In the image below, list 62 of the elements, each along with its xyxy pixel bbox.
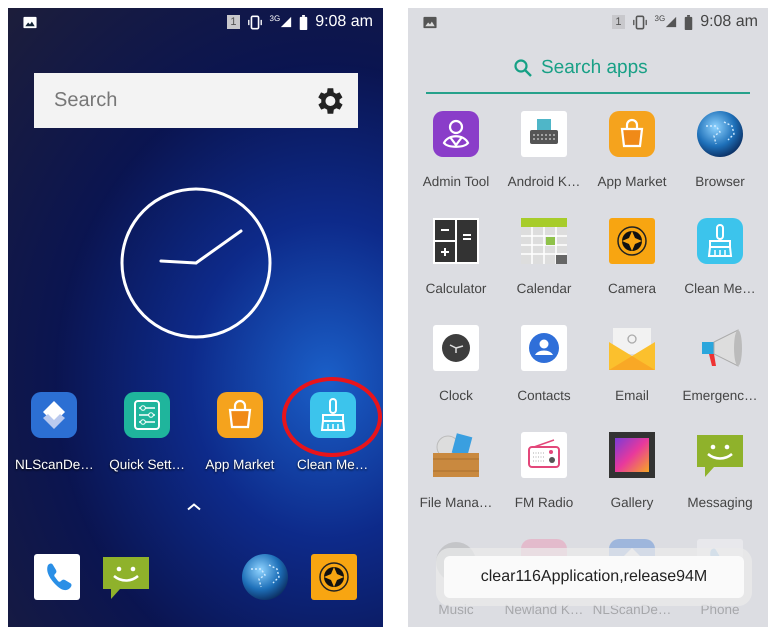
cleanup-toast: clear116Application,release94M [444, 556, 744, 598]
clock-time: 9:08 am [700, 13, 758, 31]
image-notification-icon [422, 14, 438, 30]
aperture-icon[interactable] [310, 553, 358, 601]
vibrate-icon [632, 14, 648, 30]
calendar-icon[interactable] [520, 217, 568, 265]
app-label: App Market [205, 457, 274, 472]
search-icon [513, 58, 533, 78]
search-field[interactable]: Search apps [539, 56, 663, 80]
network-type: 3G [270, 15, 280, 23]
sliders-icon[interactable] [123, 391, 172, 439]
chevron-up-icon[interactable] [186, 502, 200, 511]
app-label: Newland K… [504, 602, 584, 617]
app-label: Gallery [610, 495, 654, 510]
app-label: Clock [439, 388, 473, 403]
app-label: NLScanDe… [592, 602, 672, 617]
search-bar[interactable]: Search [34, 73, 358, 128]
clock-time: 9:08 am [315, 13, 373, 31]
person-icon[interactable] [432, 110, 480, 158]
app-label: Music [438, 602, 474, 617]
shopping-bag-icon[interactable] [216, 391, 264, 439]
app-label: Quick Sett… [109, 457, 186, 472]
battery-icon [684, 14, 694, 30]
keyboard-icon[interactable] [520, 110, 568, 158]
broom-icon[interactable] [308, 391, 357, 439]
signal-icon [280, 15, 292, 29]
app-label: Messaging [687, 495, 753, 510]
app-label: FM Radio [514, 495, 574, 510]
phone-icon[interactable] [32, 553, 81, 601]
globe-icon[interactable] [240, 553, 289, 601]
app-label: Clean Me… [296, 457, 368, 472]
search-field[interactable]: Search [52, 88, 312, 113]
app-label: Browser [695, 174, 745, 189]
vibrate-icon [246, 14, 263, 30]
signal-icon [665, 15, 678, 29]
app-label: Android K… [508, 174, 580, 189]
calculator-icon[interactable] [432, 217, 480, 265]
wooden-box-icon[interactable] [432, 431, 480, 479]
sim-indicator: 1 [612, 15, 625, 29]
image-notification-icon [22, 14, 38, 30]
aperture-icon[interactable] [608, 217, 656, 265]
network-type: 3G [654, 15, 666, 23]
app-label: Contacts [517, 388, 571, 403]
app-label: File Mana… [420, 495, 492, 510]
battery-icon [299, 14, 308, 30]
app-label: Emergenc… [682, 388, 758, 403]
app-label: App Market [597, 174, 667, 189]
contact-icon[interactable] [520, 324, 568, 372]
app-label: Admin Tool [422, 174, 490, 189]
clock-icon[interactable] [432, 324, 480, 372]
app-label: NLScanDe… [14, 457, 94, 472]
sim-indicator: 1 [227, 15, 240, 29]
app-label: Calendar [516, 281, 572, 296]
picture-frame-icon[interactable] [608, 431, 656, 479]
globe-icon[interactable] [696, 110, 744, 158]
app-label: Email [615, 388, 649, 403]
app-label: Phone [700, 602, 740, 617]
app-label: Calculator [426, 281, 486, 296]
app-label: Camera [608, 281, 656, 296]
radio-icon[interactable] [520, 431, 568, 479]
app-label: Clean Me… [684, 281, 756, 296]
layers-icon[interactable] [30, 391, 78, 439]
